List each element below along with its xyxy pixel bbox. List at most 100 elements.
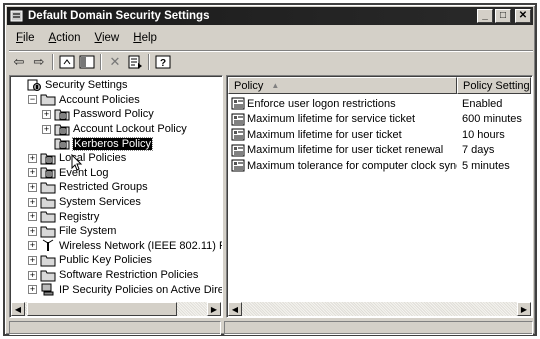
policy-folder-icon	[54, 123, 70, 136]
policy-name: Maximum tolerance for computer clock syn…	[247, 159, 457, 172]
tree-node-label: Event Log	[59, 166, 109, 179]
menu-help[interactable]: Help	[126, 32, 164, 44]
policy-setting-icon	[231, 97, 245, 110]
expand-icon[interactable]: +	[28, 182, 37, 192]
console-tree-pane: Security Settings − Account Policies + Passw…	[9, 75, 223, 318]
scroll-left-button[interactable]: ◀	[228, 302, 242, 316]
menu-view[interactable]: View	[88, 32, 127, 44]
policy-cell: Maximum lifetime for service ticket	[228, 113, 457, 126]
policy-setting-icon	[231, 144, 245, 157]
expand-icon[interactable]: +	[28, 285, 37, 295]
tree-node[interactable]: + Restricted Groups	[12, 180, 220, 195]
show-hide-tree-icon[interactable]	[77, 53, 97, 71]
tree-node[interactable]: + Password Policy	[12, 107, 220, 122]
policy-row[interactable]: Maximum lifetime for service ticket 600 m…	[228, 112, 531, 128]
tree-node[interactable]: + IP Security Policies on Active Director…	[12, 282, 222, 297]
scroll-track[interactable]	[242, 302, 517, 316]
policy-setting-icon	[231, 159, 245, 172]
tree-node[interactable]: Security Settings	[12, 78, 220, 93]
antenna-icon	[40, 239, 56, 252]
tree-node-label: Security Settings	[45, 79, 128, 92]
close-button[interactable]: ✕	[515, 9, 531, 23]
tree-node-label: File System	[59, 225, 117, 238]
expand-icon[interactable]: +	[28, 197, 37, 207]
tree-horizontal-scrollbar[interactable]: ◀ ▶	[11, 302, 221, 316]
svg-text:?: ?	[160, 58, 166, 69]
policy-setting-value: 10 hours	[462, 128, 505, 141]
delete-icon[interactable]: ✕	[105, 53, 125, 71]
menu-file[interactable]: File	[9, 32, 42, 44]
menu-action[interactable]: Action	[42, 32, 88, 44]
back-icon[interactable]: ⇦	[9, 53, 29, 71]
expand-icon[interactable]: +	[28, 212, 37, 222]
policy-setting-value: 600 minutes	[462, 113, 522, 126]
expand-icon[interactable]: +	[28, 255, 37, 265]
policy-row[interactable]: Maximum lifetime for user ticket 10 hours	[228, 127, 531, 143]
expand-icon[interactable]: +	[28, 241, 37, 251]
policy-folder-icon	[54, 137, 70, 150]
tree-node-label: Restricted Groups	[59, 181, 148, 194]
tree-node[interactable]: + Public Key Policies	[12, 253, 220, 268]
maximize-button[interactable]: □	[495, 9, 511, 23]
folder-icon	[40, 210, 56, 223]
policy-name: Maximum lifetime for user ticket	[247, 128, 402, 141]
help-icon[interactable]: ?	[153, 53, 173, 71]
tree-node-label: Software Restriction Policies	[59, 269, 199, 282]
policy-row[interactable]: Maximum tolerance for computer clock syn…	[228, 158, 531, 174]
tree-node-label: Account Policies	[59, 93, 140, 106]
column-header-setting[interactable]: Policy Setting	[457, 77, 531, 94]
toolbar: ⇦ ⇨ ✕ ?	[9, 50, 533, 72]
title-bar[interactable]: Default Domain Security Settings _ □ ✕	[7, 7, 533, 25]
tree-node[interactable]: + System Services	[12, 195, 220, 210]
tree-node[interactable]: − Account Policies	[12, 93, 220, 108]
security-settings-icon	[26, 79, 42, 92]
scroll-right-button[interactable]: ▶	[517, 302, 531, 316]
policy-setting-value: 5 minutes	[462, 159, 510, 172]
tree-node[interactable]: + Software Restriction Policies	[12, 268, 220, 283]
scroll-track[interactable]	[25, 302, 207, 316]
details-pane: Policy ▲ Policy Setting Enforce user logo…	[226, 75, 533, 318]
expand-icon[interactable]: +	[28, 226, 37, 236]
folder-icon	[40, 254, 56, 267]
tree-node-label: Kerberos Policy	[71, 136, 154, 151]
scroll-thumb[interactable]	[27, 302, 177, 316]
folder-icon	[40, 269, 56, 282]
scroll-left-button[interactable]: ◀	[11, 302, 25, 316]
column-header-policy[interactable]: Policy ▲	[228, 77, 457, 94]
tree-node[interactable]: + Wireless Network (IEEE 802.11) Policies	[12, 239, 222, 254]
expand-icon[interactable]: +	[28, 270, 37, 280]
policy-name: Maximum lifetime for service ticket	[247, 113, 416, 126]
minimize-button[interactable]: _	[477, 9, 493, 23]
tree-node[interactable]: + Event Log	[12, 166, 220, 181]
policy-row[interactable]: Enforce user logon restrictions Enabled	[228, 96, 531, 112]
tree-node[interactable]: + File System	[12, 224, 220, 239]
policy-setting-icon	[231, 113, 245, 126]
export-list-icon[interactable]	[125, 53, 145, 71]
expand-icon[interactable]: +	[28, 153, 37, 163]
expand-icon[interactable]: +	[42, 124, 51, 134]
policy-setting-icon	[231, 128, 245, 141]
toolbar-separator	[148, 53, 150, 70]
tree-node[interactable]: Kerberos Policy	[12, 136, 220, 151]
status-cell	[224, 321, 533, 335]
expand-icon[interactable]: +	[28, 168, 37, 178]
menu-bar: File Action View Help	[9, 29, 164, 47]
collapse-icon[interactable]: −	[28, 95, 37, 105]
policy-cell: Maximum lifetime for user ticket renewal	[228, 144, 457, 157]
policy-folder-icon	[54, 108, 70, 121]
policy-name: Maximum lifetime for user ticket renewal	[247, 144, 444, 157]
policy-cell: Maximum lifetime for user ticket	[228, 128, 457, 141]
list-header: Policy ▲ Policy Setting	[228, 77, 531, 94]
scroll-right-button[interactable]: ▶	[207, 302, 221, 316]
up-folder-icon[interactable]	[57, 53, 77, 71]
tree-node-label: Public Key Policies	[59, 254, 152, 267]
tree-node[interactable]: + Local Policies	[12, 151, 220, 166]
policy-setting-value: Enabled	[462, 97, 503, 110]
tree-node[interactable]: + Account Lockout Policy	[12, 122, 220, 137]
tree-node-label: Account Lockout Policy	[73, 123, 187, 136]
expand-icon[interactable]: +	[42, 109, 51, 119]
policy-row[interactable]: Maximum lifetime for user ticket renewal…	[228, 143, 531, 159]
forward-icon[interactable]: ⇨	[29, 53, 49, 71]
list-horizontal-scrollbar[interactable]: ◀ ▶	[228, 302, 531, 316]
tree-node[interactable]: + Registry	[12, 209, 220, 224]
